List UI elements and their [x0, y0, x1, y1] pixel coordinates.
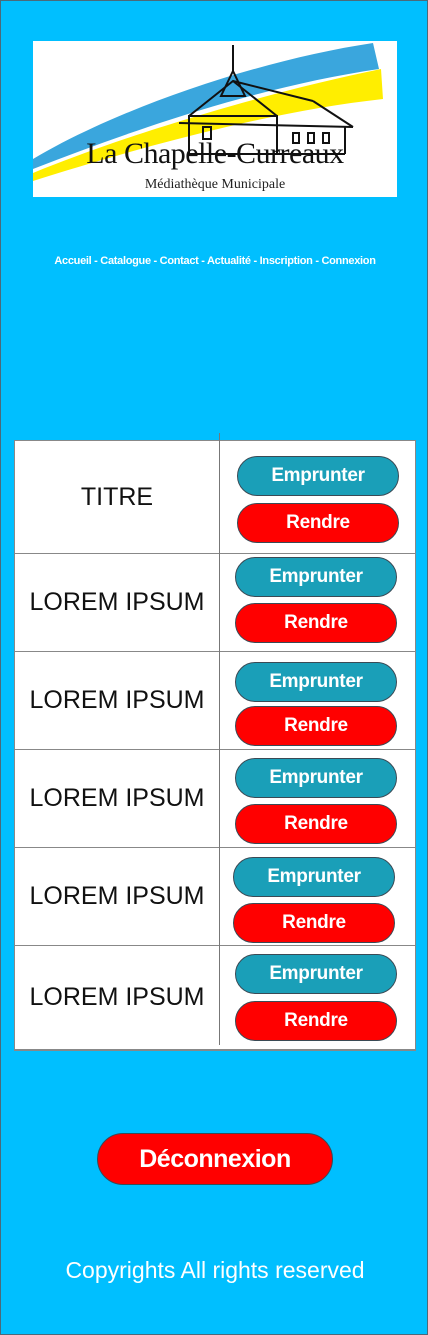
table-row: LOREM IPSUM Emprunter Rendre: [15, 652, 415, 750]
nav-link-inscription[interactable]: Inscription: [260, 255, 313, 267]
nav-link-actualite[interactable]: Actualité: [207, 255, 251, 267]
nav-link-accueil[interactable]: Accueil: [54, 255, 91, 267]
column-divider: [219, 433, 220, 1045]
logout-button[interactable]: Déconnexion: [97, 1133, 333, 1185]
logo-title: La Chapelle-Curreaux: [86, 137, 344, 170]
borrow-button[interactable]: Emprunter: [237, 456, 399, 496]
table-row: LOREM IPSUM Emprunter Rendre: [15, 848, 415, 946]
nav-separator: -: [150, 255, 160, 267]
nav-separator: -: [250, 255, 260, 267]
nav-link-contact[interactable]: Contact: [160, 255, 199, 267]
nav-separator: -: [198, 255, 207, 267]
nav-separator: -: [91, 255, 101, 267]
main-nav: Accueil - Catalogue - Contact - Actualit…: [1, 255, 428, 267]
borrow-button[interactable]: Emprunter: [235, 954, 397, 994]
borrow-button[interactable]: Emprunter: [235, 758, 397, 798]
table-row: LOREM IPSUM Emprunter Rendre: [15, 946, 415, 1050]
return-button[interactable]: Rendre: [235, 804, 397, 844]
return-button[interactable]: Rendre: [235, 603, 397, 643]
row-title: LOREM IPSUM: [29, 784, 205, 812]
table-row: TITRE Emprunter Rendre: [15, 441, 415, 554]
footer-copyright: Copyrights All rights reserved: [65, 1257, 365, 1283]
church-logo-icon: [33, 43, 383, 181]
row-title: LOREM IPSUM: [29, 686, 205, 714]
borrow-button[interactable]: Emprunter: [233, 857, 395, 897]
nav-link-catalogue[interactable]: Catalogue: [100, 255, 151, 267]
row-title: LOREM IPSUM: [29, 588, 205, 616]
table-row: LOREM IPSUM Emprunter Rendre: [15, 750, 415, 848]
row-title: LOREM IPSUM: [29, 882, 205, 910]
return-button[interactable]: Rendre: [233, 903, 395, 943]
nav-link-connexion[interactable]: Connexion: [321, 255, 375, 267]
row-title: TITRE: [80, 482, 154, 511]
table-row: LOREM IPSUM Emprunter Rendre: [15, 554, 415, 652]
logo-subtitle: Médiathèque Municipale: [144, 177, 286, 192]
return-button[interactable]: Rendre: [235, 1001, 397, 1041]
return-button[interactable]: Rendre: [237, 503, 399, 543]
loan-table: TITRE Emprunter Rendre LOREM IPSUM Empru…: [14, 433, 416, 1051]
row-title: LOREM IPSUM: [29, 983, 205, 1011]
borrow-button[interactable]: Emprunter: [235, 557, 397, 597]
borrow-button[interactable]: Emprunter: [235, 662, 397, 702]
return-button[interactable]: Rendre: [235, 706, 397, 746]
library-logo: La Chapelle-Curreaux Médiathèque Municip…: [33, 41, 397, 197]
